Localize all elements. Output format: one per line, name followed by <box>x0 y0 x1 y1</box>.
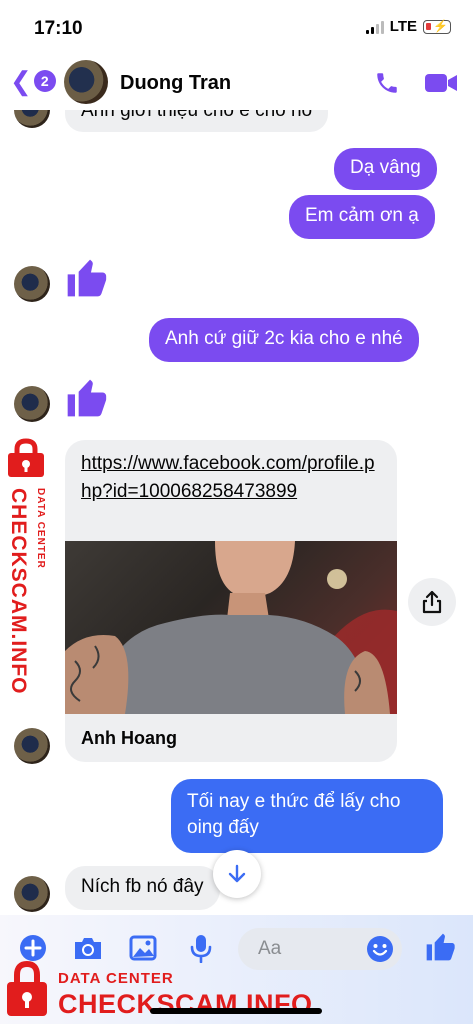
watermark-main-text: CHECKSCAM.INFO <box>58 989 313 1019</box>
sender-avatar <box>14 876 50 912</box>
message-input-placeholder: Aa <box>258 938 282 959</box>
chevron-left-icon: ❮ <box>10 66 32 96</box>
thumbs-up-icon[interactable] <box>64 256 108 300</box>
contact-avatar[interactable] <box>64 60 108 104</box>
video-call-icon[interactable] <box>424 72 458 94</box>
watermark-sub-text: DATA CENTER <box>58 970 174 987</box>
lock-icon <box>7 960 47 1016</box>
lock-icon <box>8 438 44 477</box>
sender-avatar <box>14 386 50 422</box>
thumbs-up-send-icon[interactable] <box>424 931 456 963</box>
battery-icon: ⚡ <box>423 19 451 34</box>
back-button[interactable]: ❮ 2 <box>10 68 56 94</box>
home-indicator[interactable] <box>150 1008 322 1014</box>
share-button[interactable] <box>408 578 456 626</box>
scroll-to-bottom-button[interactable] <box>213 850 261 898</box>
network-label: LTE <box>389 18 417 35</box>
sender-avatar <box>14 728 50 764</box>
sender-avatar <box>14 266 50 302</box>
phone-call-icon[interactable] <box>374 70 400 96</box>
message-outgoing[interactable]: Tối nay e thức để lấy cho oing đấy <box>171 779 443 853</box>
unread-badge: 2 <box>33 70 56 92</box>
link-url[interactable]: https://www.facebook.com/profile.php?id=… <box>81 450 381 506</box>
status-time: 17:10 <box>34 18 83 39</box>
link-preview-photo[interactable] <box>65 541 397 714</box>
watermark-sub-text: DATA CENTER <box>35 488 46 569</box>
message-outgoing[interactable]: Em cảm ơn ạ <box>289 195 435 239</box>
chat-header: ❮ 2 Duong Tran <box>0 56 473 110</box>
watermark-main-text: CHECKSCAM.INFO <box>7 488 30 695</box>
message-outgoing[interactable]: Anh cứ giữ 2c kia cho e nhé <box>149 318 419 362</box>
person-photo-icon <box>65 541 397 714</box>
signal-icon <box>365 20 384 34</box>
watermark-bottom: DATA CENTER CHECKSCAM.INFO <box>0 958 312 1024</box>
contact-name[interactable]: Duong Tran <box>120 72 231 95</box>
status-bar: 17:10 LTE ⚡ <box>0 0 473 56</box>
sender-avatar <box>14 110 50 128</box>
message-list[interactable]: Anh giới thiệu cho e cho nó Dạ vâng Em c… <box>0 110 473 915</box>
thumbs-up-icon[interactable] <box>64 376 108 420</box>
emoji-icon[interactable] <box>366 935 394 963</box>
link-preview-card[interactable]: https://www.facebook.com/profile.php?id=… <box>65 440 397 762</box>
message-incoming[interactable]: Ních fb nó đây <box>65 866 220 910</box>
message-incoming[interactable]: Anh giới thiệu cho e cho nó <box>65 110 329 132</box>
share-icon <box>422 590 442 614</box>
arrow-down-icon <box>228 864 246 883</box>
watermark-side: CHECKSCAM.INFO DATA CENTER <box>0 432 52 695</box>
status-indicators: LTE ⚡ <box>365 18 451 35</box>
message-outgoing[interactable]: Dạ vâng <box>334 148 437 190</box>
link-title[interactable]: Anh Hoang <box>81 728 177 749</box>
